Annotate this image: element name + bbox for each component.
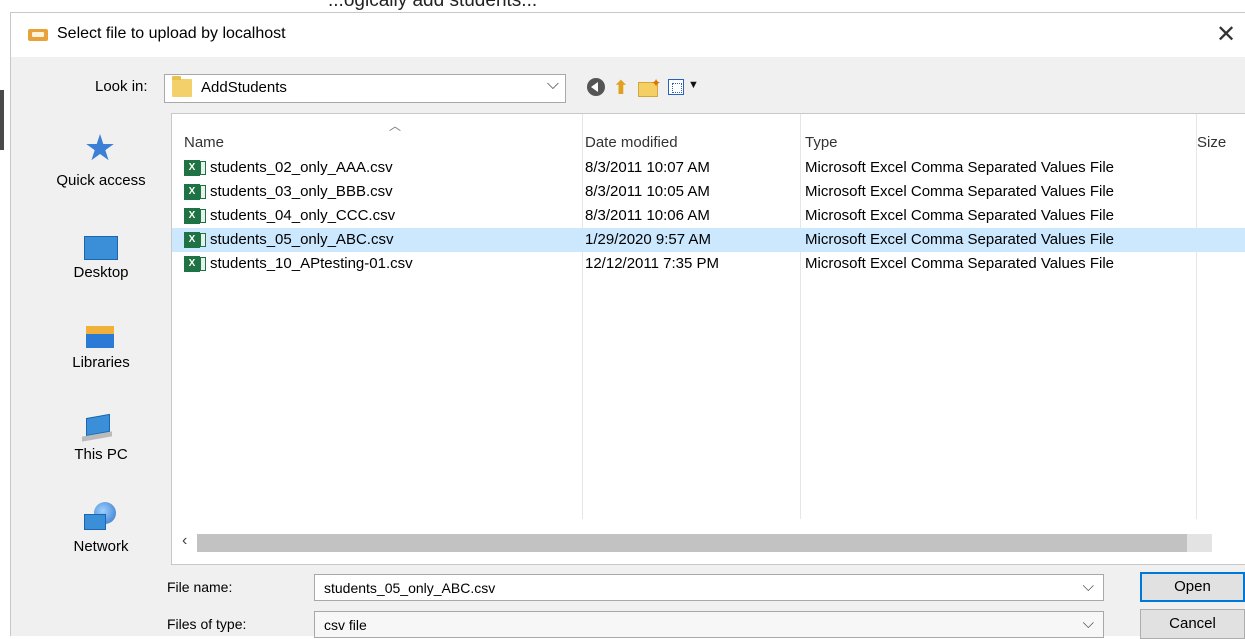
file-date-cell: 8/3/2011 10:06 AM xyxy=(585,207,710,224)
file-row[interactable]: X students_10_APtesting-01.csv 12/12/201… xyxy=(172,252,1245,276)
sort-ascending-icon: ︿ xyxy=(389,119,402,133)
file-name-cell: students_03_only_BBB.csv xyxy=(210,183,393,200)
file-date-cell: 8/3/2011 10:07 AM xyxy=(585,159,710,176)
look-in-label: Look in: xyxy=(95,78,148,95)
file-name-label: File name: xyxy=(167,579,233,595)
scroll-thumb[interactable] xyxy=(197,534,1187,552)
place-desktop[interactable]: Desktop xyxy=(44,212,158,292)
chevron-down-icon: ⌵ xyxy=(546,76,559,93)
network-icon xyxy=(82,496,118,532)
excel-csv-icon: X xyxy=(184,208,206,224)
file-list[interactable]: ︿ Name Date modified Type Size X student… xyxy=(171,113,1245,565)
place-label: Desktop xyxy=(73,264,129,281)
file-type-cell: Microsoft Excel Comma Separated Values F… xyxy=(805,231,1115,248)
excel-csv-icon: X xyxy=(184,232,206,248)
place-label: This PC xyxy=(74,446,128,463)
horizontal-scrollbar[interactable]: ‹ › xyxy=(172,531,1245,554)
file-name-cell: students_04_only_CCC.csv xyxy=(210,207,396,224)
column-header-date-modified[interactable]: Date modified xyxy=(585,134,678,151)
places-bar: ★ Quick access Desktop Libraries This PC… xyxy=(44,120,158,571)
sparkle-icon: ✦ xyxy=(651,76,662,90)
file-date-cell: 1/29/2020 9:57 AM xyxy=(585,231,711,248)
chevron-down-icon[interactable]: ⌵ xyxy=(1083,615,1094,632)
file-upload-dialog: Select file to upload by localhost ✕ Loo… xyxy=(10,12,1245,639)
dialog-title: Select file to upload by localhost xyxy=(57,25,286,42)
look-in-value: AddStudents xyxy=(201,79,287,96)
file-name-input[interactable]: students_05_only_ABC.csv ⌵ xyxy=(314,574,1104,601)
files-of-type-label: Files of type: xyxy=(167,616,247,632)
new-folder-button[interactable]: ✦ xyxy=(637,76,662,98)
place-label: Quick access xyxy=(56,172,146,189)
background-window-edge xyxy=(0,90,4,150)
file-name-cell: students_10_APtesting-01.csv xyxy=(210,255,413,272)
place-this-pc[interactable]: This PC xyxy=(44,394,158,474)
place-network[interactable]: Network xyxy=(44,486,158,566)
excel-csv-icon: X xyxy=(184,256,206,272)
column-header-size[interactable]: Size xyxy=(1197,134,1226,151)
back-icon xyxy=(587,78,605,96)
libraries-icon xyxy=(82,312,118,348)
place-quick-access[interactable]: ★ Quick access xyxy=(44,120,158,200)
excel-csv-icon: X xyxy=(184,184,206,200)
files-of-type-value: csv file xyxy=(324,617,367,633)
excel-csv-icon: X xyxy=(184,160,206,176)
background-page-fragment: ...ogically add students... xyxy=(0,0,1245,12)
quick-access-icon: ★ xyxy=(83,127,117,168)
file-row[interactable]: X students_02_only_AAA.csv 8/3/2011 10:0… xyxy=(172,156,1245,180)
open-button[interactable]: Open xyxy=(1140,572,1245,602)
up-folder-icon: ⬆ xyxy=(613,78,629,99)
file-date-cell: 8/3/2011 10:05 AM xyxy=(585,183,710,200)
file-type-cell: Microsoft Excel Comma Separated Values F… xyxy=(805,159,1115,176)
this-pc-icon xyxy=(82,404,118,442)
dialog-titlebar: Select file to upload by localhost ✕ xyxy=(11,13,1245,57)
file-row[interactable]: X students_04_only_CCC.csv 8/3/2011 10:0… xyxy=(172,204,1245,228)
view-menu-button[interactable]: ▼ xyxy=(666,76,700,98)
file-row[interactable]: X students_03_only_BBB.csv 8/3/2011 10:0… xyxy=(172,180,1245,204)
files-of-type-select[interactable]: csv file ⌵ xyxy=(314,611,1104,638)
folder-icon xyxy=(172,76,192,97)
view-menu-icon xyxy=(668,79,684,95)
look-in-dropdown[interactable]: AddStudents ⌵ xyxy=(164,74,566,103)
file-type-cell: Microsoft Excel Comma Separated Values F… xyxy=(805,255,1115,272)
column-header-type[interactable]: Type xyxy=(805,134,838,151)
place-label: Libraries xyxy=(72,354,130,371)
background-heading-fragment: ...ogically add students... xyxy=(328,0,538,11)
close-button[interactable]: ✕ xyxy=(1206,19,1245,51)
file-type-cell: Microsoft Excel Comma Separated Values F… xyxy=(805,207,1115,224)
file-name-value: students_05_only_ABC.csv xyxy=(324,580,496,596)
place-libraries[interactable]: Libraries xyxy=(44,302,158,382)
file-date-cell: 12/12/2011 7:35 PM xyxy=(585,255,719,272)
up-one-level-button[interactable]: ⬆ xyxy=(611,76,633,99)
scroll-left-arrow-icon[interactable]: ‹ xyxy=(182,532,187,550)
file-name-cell: students_02_only_AAA.csv xyxy=(210,159,393,176)
desktop-icon xyxy=(82,222,118,260)
place-label: Network xyxy=(73,538,129,555)
chevron-down-icon[interactable]: ⌵ xyxy=(1083,578,1094,595)
app-icon xyxy=(28,29,48,41)
column-header-name[interactable]: Name xyxy=(184,134,224,151)
file-name-cell: students_05_only_ABC.csv xyxy=(210,231,394,248)
dropdown-arrow-icon: ▼ xyxy=(688,79,699,91)
file-type-cell: Microsoft Excel Comma Separated Values F… xyxy=(805,183,1115,200)
back-button[interactable] xyxy=(585,76,607,98)
file-row-selected[interactable]: X students_05_only_ABC.csv 1/29/2020 9:5… xyxy=(172,228,1245,252)
